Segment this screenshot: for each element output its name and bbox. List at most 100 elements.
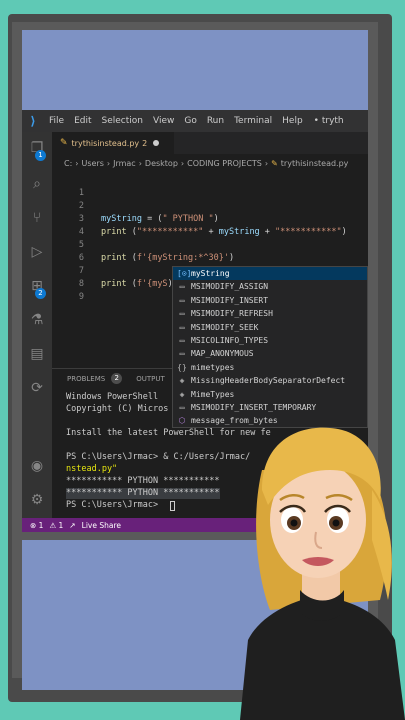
constant-icon: ▭ [179,336,185,345]
constant-icon: ▭ [179,322,185,332]
suggestion-label: MSICOLINFO_TYPES [191,336,269,345]
constant-icon: ▭ [179,349,185,359]
terminal-prompt: PS C:\Users\Jrmac> [66,500,164,510]
unsaved-dot-icon[interactable] [153,140,160,146]
suggestion-item[interactable]: ▭ MSICOLINFO_TYPES [173,334,367,347]
suggestion-item[interactable]: ▭ MSIMODIFY_INSERT_TEMPORARY [173,401,367,414]
terminal-line: *********** PYTHON *********** [66,488,220,499]
line-number: 9 [78,292,84,302]
method-icon: ⬡ [178,416,186,426]
notebook-icon[interactable]: ▤ [27,344,47,364]
menu-terminal[interactable]: Terminal [229,116,277,126]
suggestion-item[interactable]: ▭ MSIMODIFY_INSERT [173,294,367,307]
code-line: 6 [52,239,368,263]
tab-output[interactable]: OUTPUT [136,375,165,383]
terminal-line: Copyright (C) Micros [66,404,169,414]
activity-bar: ❐ 1 ⌕ ⑂ ▷ ⊞ 2 ⚗ ▤ ⟳ ◉ ⚙ [22,132,52,518]
suggestion-label: MSIMODIFY_SEEK [191,322,259,332]
search-icon[interactable]: ⌕ [27,174,47,194]
tab-filename: trythisinstead.py [71,138,140,148]
settings-gear-icon[interactable]: ⚙ [27,490,47,510]
menu-run[interactable]: Run [202,116,229,126]
account-icon[interactable]: ◉ [27,456,47,476]
suggestion-item[interactable]: ⬡ message_from_bytes [173,414,367,427]
breadcrumb-item[interactable]: Desktop [145,159,178,168]
suggestion-item[interactable]: {} mimetypes [173,361,367,374]
suggestion-item[interactable]: ▭ MSIMODIFY_REFRESH [173,307,367,320]
code-line: 2 myString = (" PYTHON ") [52,187,368,224]
status-warnings[interactable]: ⚠ 1 [49,521,63,530]
class-icon: ◈ [179,389,185,399]
code-line: 7 print (f'{myS) [52,252,368,289]
constant-icon: ▭ [179,282,185,292]
suggestion-item[interactable]: ◈ MimeTypes [173,388,367,401]
desktop-area-bottom [22,540,368,690]
constant-icon: ▭ [179,309,185,319]
terminal-line: *********** PYTHON *********** [66,476,220,486]
terminal-cursor [170,501,175,511]
terminal-line: nstead.py" [66,464,118,474]
constant-icon: ▭ [179,403,185,412]
code-line: 1 [52,174,368,198]
vscode-window: ⟩ File Edit Selection View Go Run Termin… [22,110,368,532]
variable-icon: [⊙] [177,269,192,278]
run-debug-icon[interactable]: ▷ [27,242,47,262]
suggestion-item[interactable]: ▭ MSIMODIFY_ASSIGN [173,280,367,293]
suggestion-label: MSIMODIFY_INSERT_TEMPORARY [191,403,317,412]
menubar: ⟩ File Edit Selection View Go Run Termin… [22,110,368,132]
menu-file[interactable]: File [44,116,69,126]
constant-icon: ▭ [179,295,185,305]
suggestion-item[interactable]: [⊙] myString [173,267,367,281]
suggestion-label: MimeTypes [191,389,235,399]
desktop-area-top [22,30,368,110]
breadcrumb-item[interactable]: C: [64,159,72,168]
extensions-badge: 2 [35,288,46,299]
autocomplete-suggest-widget[interactable]: [⊙] myString ▭ MSIMODIFY_ASSIGN ▭ MSIMODIFY… [172,266,368,428]
code-line: 5 print (f'{myString:*^30}') [52,226,368,263]
status-errors[interactable]: ⊗ 1 [30,521,43,530]
problems-count-badge: 2 [111,373,123,384]
testing-icon[interactable]: ⚗ [27,310,47,330]
menu-edit[interactable]: Edit [69,116,96,126]
editor-tab-bar: ✎ trythisinstead.py 2 [52,132,368,154]
suggestion-label: message_from_bytes [191,416,278,426]
source-control-icon[interactable]: ⑂ [27,208,47,228]
suggestion-item[interactable]: ▭ MSIMODIFY_SEEK [173,321,367,334]
tab-problems[interactable]: PROBLEMS [67,375,105,383]
terminal-line: PS C:\Users\Jrmac> & C:/Users/Jrmac/ [66,452,251,462]
suggestion-label: MSIMODIFY_REFRESH [191,309,273,319]
live-share-icon: ↗ [69,520,76,530]
breadcrumb-item[interactable]: trythisinstead.py [281,159,349,168]
menu-help[interactable]: Help [277,116,308,126]
suggestion-label: MissingHeaderBodySeparatorDefect [191,376,346,386]
code-line: 4 [52,213,368,237]
breadcrumb-item[interactable]: CODING PROJECTS [187,159,262,168]
tab-problem-count: 2 [142,138,148,148]
explorer-badge: 1 [35,150,46,161]
suggestion-label: myString [191,269,230,278]
menu-selection[interactable]: Selection [97,116,148,126]
breadcrumb-item[interactable]: Jrmac [113,159,136,168]
code-line: 3 print ("***********" + myString + "***… [52,200,368,237]
python-file-icon: ✎ [271,158,278,168]
window-title: • tryth [313,116,344,126]
vscode-logo-icon: ⟩ [30,114,36,128]
breadcrumb-item[interactable]: Users [81,159,103,168]
python-file-icon: ✎ [60,138,68,148]
menu-go[interactable]: Go [179,116,201,126]
suggestion-label: MSIMODIFY_INSERT [191,295,269,305]
remote-icon[interactable]: ⟳ [27,378,47,398]
class-icon: ◈ [179,376,185,386]
status-bar: ⊗ 1 ⚠ 1 ↗ Live Share [22,518,368,532]
suggestion-label: MAP_ANONYMOUS [191,349,254,359]
status-live-share[interactable]: Live Share [82,521,121,530]
suggestion-label: MSIMODIFY_ASSIGN [191,282,269,292]
terminal-line: Windows PowerShell [66,392,159,402]
suggestion-label: mimetypes [191,362,235,372]
suggestion-item[interactable]: ▭ MAP_ANONYMOUS [173,347,367,360]
terminal-line: Install the latest PowerShell for new fe [66,428,271,438]
menu-view[interactable]: View [148,116,179,126]
suggestion-item[interactable]: ◈ MissingHeaderBodySeparatorDefect [173,374,367,387]
tab-trythisinstead[interactable]: ✎ trythisinstead.py 2 [52,132,174,154]
module-icon: {} [177,362,187,372]
